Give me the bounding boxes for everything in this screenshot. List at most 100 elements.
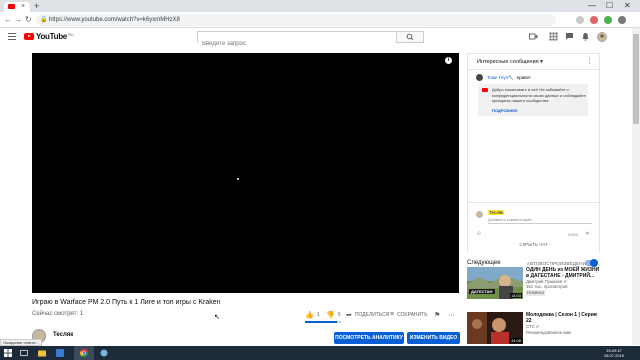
search-button[interactable] [396,31,424,43]
minimize-button[interactable]: — [588,1,596,11]
search-box[interactable] [197,31,396,49]
thumbs-down-icon: 👎 [326,312,335,319]
emoji-icon[interactable]: ☺ [476,231,482,237]
live-chat-panel: Интересные сообщения ▾ ⋮ Тоже Глуп🔧 прив… [467,53,600,253]
bookmark-star-icon[interactable] [576,16,584,24]
lock-icon: 🔒 [40,17,48,23]
channel-name[interactable]: СТС ✔ [526,324,539,330]
channel-name[interactable]: Тесляк [53,332,73,338]
dislike-button[interactable]: 👎 0 [326,311,341,319]
url-text[interactable]: https://www.youtube.com/watch?v=k6yxmMHz… [49,15,180,25]
system-clock[interactable]: 15:29:47 28.07.2019 [604,348,624,358]
toggle-knob [590,259,598,267]
share-button[interactable]: ➦ ПОДЕЛИТЬСЯ [346,311,389,319]
notifications-bell-icon[interactable] [581,32,590,41]
messages-icon[interactable] [565,32,574,41]
new-tab-button[interactable]: + [34,2,39,11]
chrome-icon [80,349,88,357]
extension-icon-2[interactable] [604,16,612,24]
like-ratio-bar [305,321,341,323]
autoplay-label: АВТОВОСПРОИЗВЕДЕНИЕ [527,261,590,266]
flag-icon: ⚑ [434,312,441,319]
loading-indicator [237,178,239,180]
chat-welcome-banner: Добро пожаловать в чат! Не забывайте о к… [478,84,588,116]
reload-button[interactable]: ↻ [25,15,32,25]
new-badge: Новинка [526,290,545,296]
chat-mode-dropdown[interactable]: Интересные сообщения ▾ [477,59,543,65]
app-icon[interactable] [56,349,64,357]
video-thumbnail[interactable]: 44:08 [467,312,523,344]
report-flag-button[interactable]: ⚑ [434,311,443,319]
task-view-icon[interactable] [20,349,28,357]
youtube-play-icon [24,33,34,40]
tab-close-icon[interactable]: × [21,2,25,12]
video-duration: 44:08 [509,338,522,343]
hamburger-menu-icon[interactable] [8,33,16,42]
youtube-icon [482,88,488,92]
windows-start-icon[interactable] [4,349,12,357]
youtube-favicon-icon [8,4,15,9]
view-analytics-button[interactable]: ПОСМОТРЕТЬ АНАЛИТИКУ [334,332,404,344]
active-task-highlight[interactable] [74,346,94,360]
apps-grid-icon[interactable] [549,32,558,41]
save-button[interactable]: ≡ СОХРАНИТЬ [390,311,427,318]
youtube-logo[interactable]: YouTube RU [24,32,74,41]
profile-avatar-icon[interactable] [618,16,626,24]
more-actions-button[interactable]: ⋯ [448,311,458,319]
more-dots-icon: ⋯ [448,312,455,319]
recommended-video[interactable]: ДАГЕСТАН 14:03 ОДИН ДЕНЬ из МОЕЙ ЖИЗНИ в… [467,267,600,299]
close-window-button[interactable]: ✕ [624,1,631,11]
back-button[interactable]: ← [4,15,12,25]
live-viewer-count: Сейчас смотрят: 1 [32,311,84,317]
thumbs-up-icon: 👍 [305,312,314,319]
char-counter: 0/200 [568,232,579,237]
up-next-label: Следующее [467,260,501,266]
video-title[interactable]: ОДИН ДЕНЬ из МОЕЙ ЖИЗНИ в ДАГЕСТАНЕ - ДМ… [526,267,600,279]
video-duration: 14:03 [509,293,522,298]
browser-status-bar: Ожидание ответа... [0,339,42,346]
maximize-button[interactable]: ☐ [606,1,613,11]
logo-region: RU [67,32,74,37]
create-video-icon[interactable] [529,32,538,41]
address-bar[interactable]: 🔒 https://www.youtube.com/watch?v=k6yxmM… [36,14,556,26]
edit-video-button[interactable]: ИЗМЕНИТЬ ВИДЕО [407,332,460,344]
hide-chat-button[interactable]: СКРЫТЬ ЧАТ [467,242,600,247]
autoplay-toggle[interactable] [585,259,598,267]
windows-taskbar: 15:29:47 28.07.2019 [0,346,640,360]
browser-tab-strip: × + — ☐ ✕ [0,0,640,12]
chat-input-field[interactable]: Добавить комментарий [488,217,531,222]
page-scrollbar[interactable] [632,28,640,345]
learn-more-link[interactable]: ПОДРОБНЕЕ [492,108,518,113]
dislike-count: 0 [337,312,341,318]
save-playlist-icon: ≡ [390,311,395,318]
clock-date: 28.07.2019 [604,353,625,358]
chat-author-name[interactable]: Тоже Глуп🔧 [487,75,514,81]
video-title[interactable]: Молодежка | Сезон 1 | Серия 22 [526,312,600,324]
video-menu-icon[interactable]: ⋮ [594,312,600,319]
browser-tab[interactable]: × [4,2,30,12]
account-avatar-icon[interactable] [597,32,607,42]
chat-more-icon[interactable]: ⋮ [586,57,593,65]
welcome-text: Добро пожаловать в чат! Не забывайте о к… [492,87,586,103]
app-icon-2[interactable] [100,349,108,357]
scrollbar-thumb[interactable] [633,34,639,124]
video-player[interactable]: i [32,53,459,293]
user-avatar [476,211,483,218]
search-icon [406,33,414,41]
video-menu-icon[interactable]: ⋮ [594,267,600,274]
like-button[interactable]: 👍 1 [305,311,320,319]
info-icon[interactable]: i [445,57,452,64]
save-label: СОХРАНИТЬ [397,311,428,318]
search-input[interactable] [198,39,396,49]
like-count: 1 [316,312,320,318]
file-explorer-icon[interactable] [38,349,46,357]
forward-button[interactable]: → [14,15,22,25]
extension-icon[interactable] [590,16,598,24]
video-title: Играю в Warface РМ 2.0 Путь к 1 Лиге и т… [32,299,221,306]
recommended-video[interactable]: 44:08 Молодежка | Сезон 1 | Серия 22 СТС… [467,312,600,344]
video-thumbnail[interactable]: ДАГЕСТАН 14:03 [467,267,523,299]
browser-toolbar: ← → ↻ 🔒 https://www.youtube.com/watch?v=… [0,12,640,28]
logo-wordmark: YouTube [36,32,67,41]
send-icon[interactable]: ➤ [585,230,590,237]
input-underline [488,223,592,224]
